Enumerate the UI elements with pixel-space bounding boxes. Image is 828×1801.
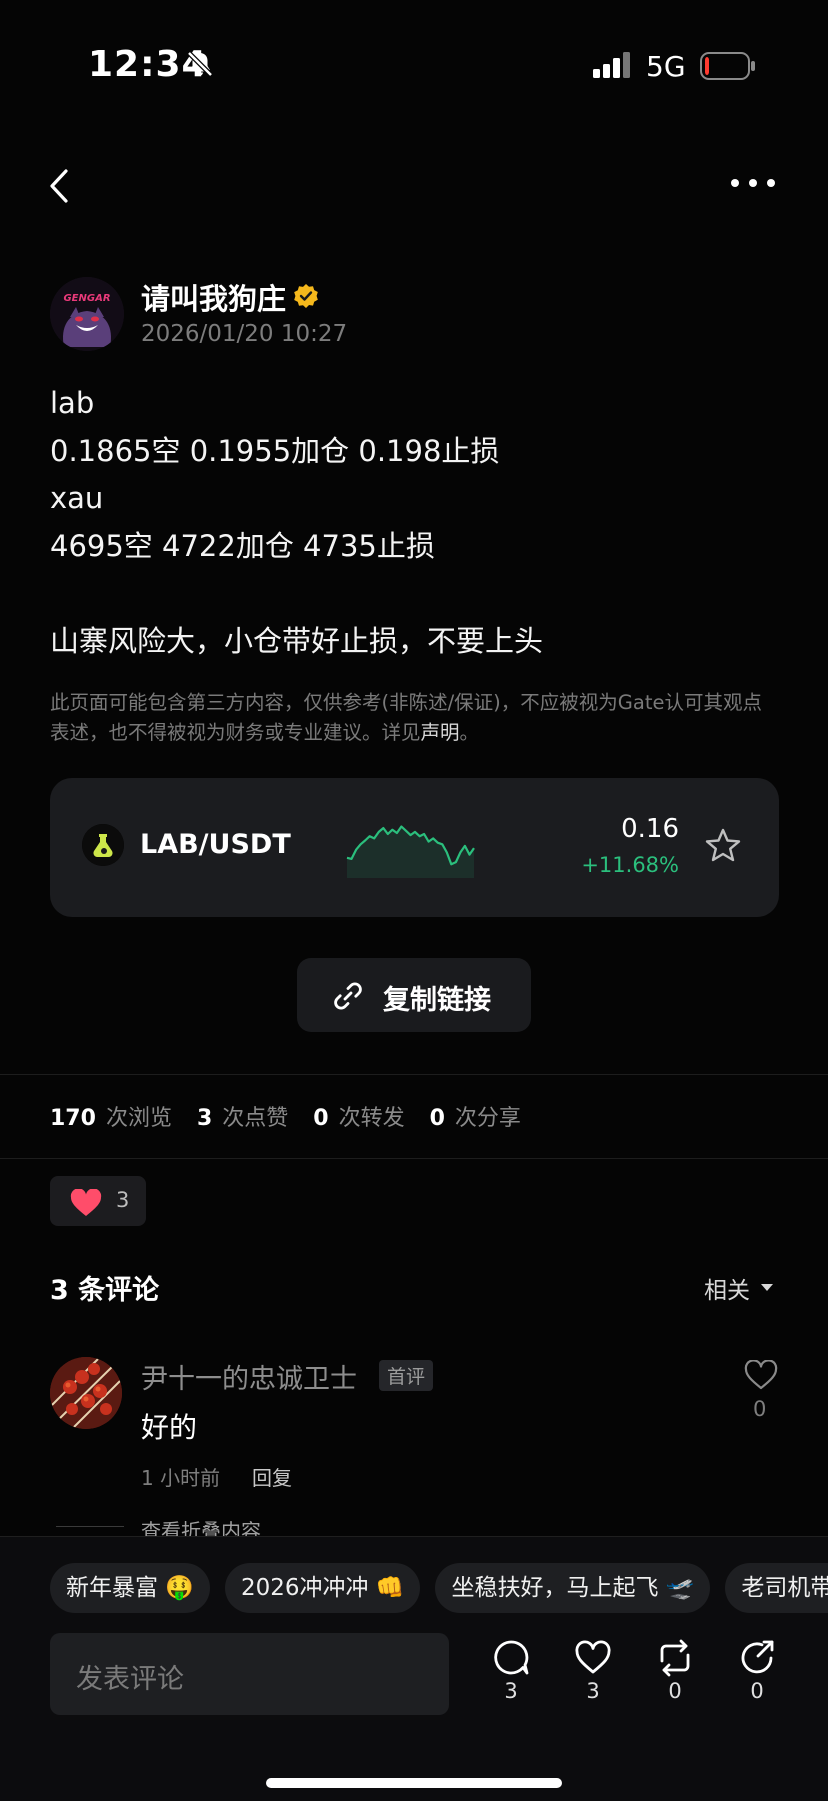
- copy-link-label: 复制链接: [383, 985, 491, 1016]
- verified-badge-icon: [294, 284, 318, 308]
- comment-button[interactable]: 3: [481, 1639, 541, 1703]
- first-comment-badge: 首评: [379, 1360, 434, 1391]
- reaction-badge[interactable]: 3: [50, 1176, 146, 1226]
- caret-down-icon[interactable]: [760, 1283, 774, 1292]
- ticker-price: 0.16: [621, 814, 679, 844]
- author-name[interactable]: 请叫我狗庄: [141, 276, 286, 318]
- ticker-sparkline: [346, 825, 475, 878]
- bottom-bar: 新年暴富 🤑2026冲冲冲 👊坐稳扶好，马上起飞 🛫老司机带带我 发表评论 3 …: [0, 1536, 828, 1801]
- post-content: lab 0.1865空 0.1955加仓 0.198止损 xau 4695空 4…: [50, 380, 770, 665]
- share-button[interactable]: 0: [727, 1639, 787, 1703]
- views-count: 170: [50, 1106, 96, 1131]
- repost-button[interactable]: 0: [645, 1639, 705, 1703]
- avatar-logo-text: GENGAR: [63, 293, 110, 304]
- post-stats: 170 次浏览 3 次点赞 0 次转发 0 次分享: [50, 1100, 539, 1132]
- reposts-label: 次转发: [338, 1106, 405, 1131]
- post-line: 4695空 4722加仓 4735止损: [50, 528, 435, 563]
- share-icon: [741, 1640, 774, 1674]
- quick-reply-chip[interactable]: 新年暴富 🤑: [50, 1563, 210, 1613]
- post-line: [50, 570, 770, 618]
- comment-input[interactable]: 发表评论: [50, 1633, 449, 1715]
- shares-count: 0: [429, 1106, 445, 1131]
- likes-count: 3: [196, 1106, 213, 1131]
- reaction-count: 3: [116, 1188, 130, 1212]
- copy-link-button[interactable]: 复制链接: [297, 958, 531, 1032]
- comment-icon: [494, 1640, 529, 1675]
- post-line: xau: [50, 481, 104, 515]
- divider: [0, 1158, 828, 1159]
- quick-reply-chip[interactable]: 2026冲冲冲 👊: [224, 1563, 421, 1613]
- share-count: 0: [750, 1679, 764, 1703]
- comment-text: 好的: [141, 1411, 198, 1444]
- post-line: 0.1865空 0.1955加仓 0.198止损: [50, 433, 500, 468]
- likes-label: 次点赞: [222, 1106, 289, 1131]
- status-bar: 12:34 5G: [0, 0, 828, 130]
- ticker-card[interactable]: LAB/USDT 0.16 +11.68%: [50, 778, 779, 917]
- fold-line: [56, 1526, 124, 1527]
- network-type: 5G: [646, 50, 686, 83]
- post-timestamp: 2026/01/20 10:27: [141, 321, 348, 347]
- repost-count: 0: [668, 1679, 682, 1703]
- like-count: 3: [586, 1679, 600, 1703]
- divider: [0, 1074, 828, 1075]
- disclaimer-link[interactable]: 声明: [421, 721, 460, 744]
- post-line: 山寨风险大，小仓带好止损，不要上头: [50, 623, 544, 658]
- commenter-avatar[interactable]: [50, 1357, 122, 1429]
- lab-coin-icon: [82, 824, 124, 866]
- comment-input-placeholder: 发表评论: [76, 1664, 184, 1695]
- disclaimer-end: 。: [459, 721, 480, 744]
- comment-like-icon[interactable]: [744, 1360, 778, 1390]
- views-label: 次浏览: [105, 1106, 172, 1131]
- quick-reply-chip[interactable]: 老司机带带我: [725, 1563, 828, 1613]
- reposts-count: 0: [313, 1106, 329, 1131]
- more-options-icon[interactable]: [730, 178, 776, 188]
- post-line: lab: [50, 386, 95, 420]
- ticker-pair: LAB/USDT: [140, 829, 291, 860]
- link-icon: [334, 982, 362, 1010]
- repost-icon: [660, 1639, 690, 1677]
- comment-like-count: 0: [753, 1397, 767, 1421]
- commenter-name[interactable]: 尹十一的忠诚卫士: [141, 1357, 357, 1396]
- bell-muted-icon: [187, 51, 213, 77]
- comment-count: 3: [504, 1679, 518, 1703]
- author-avatar[interactable]: GENGAR: [50, 277, 124, 351]
- quick-reply-chip[interactable]: 坐稳扶好，马上起飞 🛫: [435, 1563, 711, 1613]
- quick-reply-chips: 新年暴富 🤑 2026冲冲冲 👊 坐稳扶好，马上起飞 🛫 老司机带带我: [50, 1563, 828, 1615]
- comment-time: 1 小时前: [141, 1466, 221, 1490]
- comments-title: 3 条评论: [50, 1275, 160, 1306]
- reply-button[interactable]: 回复: [252, 1462, 292, 1491]
- favorite-star-icon[interactable]: [705, 828, 741, 862]
- shares-label: 次分享: [454, 1106, 521, 1131]
- signal-icon: [593, 52, 630, 78]
- heart-filled-icon: [70, 1189, 102, 1216]
- ticker-change: +11.68%: [581, 853, 679, 877]
- heart-icon: [575, 1640, 611, 1674]
- disclaimer-text: 此页面可能包含第三方内容，仅供参考(非陈述/保证)，不应被视为Gate认可其观点…: [50, 691, 762, 744]
- back-icon[interactable]: [48, 168, 70, 204]
- comments-sort[interactable]: 相关: [704, 1271, 750, 1305]
- like-button[interactable]: 3: [563, 1639, 623, 1703]
- disclaimer: 此页面可能包含第三方内容，仅供参考(非陈述/保证)，不应被视为Gate认可其观点…: [50, 688, 780, 748]
- battery-icon: [700, 52, 755, 80]
- home-indicator: [266, 1778, 562, 1788]
